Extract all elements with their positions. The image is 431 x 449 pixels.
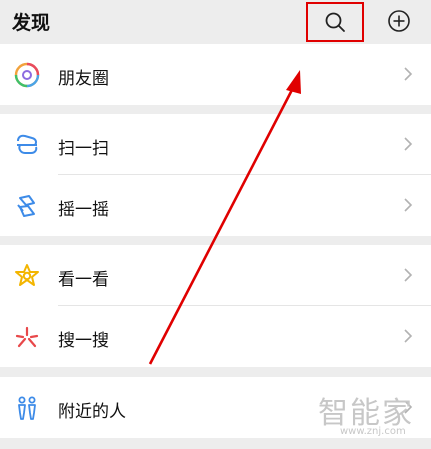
top-bar: 发现 — [0, 0, 431, 44]
menu-item-label: 附近的人 — [58, 402, 126, 422]
search-sparkle-icon — [15, 326, 39, 348]
menu-item-label: 搜一搜 — [58, 331, 109, 351]
menu-item-search[interactable]: 搜一搜 — [0, 306, 431, 367]
menu-group-tools: 扫一扫 摇一摇 — [0, 114, 431, 236]
shake-icon — [17, 195, 35, 217]
plus-circle-icon — [388, 10, 410, 32]
chevron-right-icon — [404, 329, 413, 343]
menu-item-scan[interactable]: 扫一扫 — [0, 114, 431, 175]
search-button[interactable] — [306, 2, 364, 42]
chevron-right-icon — [404, 67, 413, 81]
menu-item-moments[interactable]: 朋友圈 — [0, 44, 431, 105]
chevron-right-icon — [404, 198, 413, 212]
watermark: 智能家 www.znj.com — [318, 388, 428, 438]
menu-item-label: 摇一摇 — [58, 200, 109, 220]
top-stories-icon — [15, 264, 39, 286]
scan-icon — [17, 134, 38, 154]
page-title: 发现 — [12, 12, 51, 34]
menu-item-shake[interactable]: 摇一摇 — [0, 175, 431, 236]
watermark-url: www.znj.com — [340, 426, 406, 437]
menu-item-label: 朋友圈 — [58, 69, 109, 89]
menu-item-label: 扫一扫 — [58, 139, 109, 159]
menu-group-discover: 看一看 搜一搜 — [0, 245, 431, 367]
chevron-right-icon — [404, 268, 413, 282]
chevron-right-icon — [404, 137, 413, 151]
moments-icon — [14, 62, 40, 88]
add-button[interactable] — [386, 8, 412, 34]
search-icon — [325, 12, 345, 32]
menu-item-top-stories[interactable]: 看一看 — [0, 245, 431, 306]
menu-group-moments: 朋友圈 — [0, 44, 431, 105]
menu-item-label: 看一看 — [58, 270, 109, 290]
people-nearby-icon — [18, 396, 36, 420]
